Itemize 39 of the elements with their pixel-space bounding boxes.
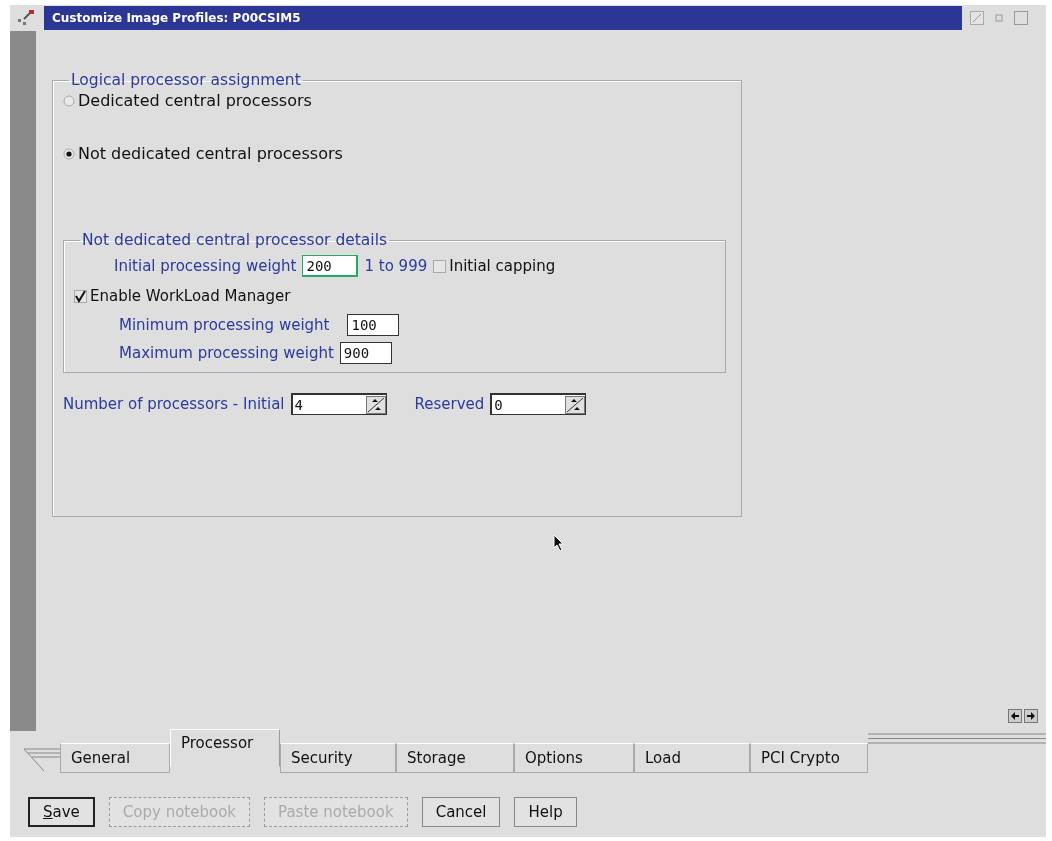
checkbox[interactable]	[74, 289, 87, 303]
field-label: Maximum processing weight	[119, 344, 334, 362]
group-title: Logical processor assignment	[70, 71, 302, 89]
tab[interactable]: General	[60, 743, 170, 773]
spin-field[interactable]: 4	[290, 393, 387, 415]
mouse-cursor-icon	[553, 534, 565, 552]
input-field[interactable]: 200	[302, 255, 359, 277]
button[interactable]: Cancel	[421, 797, 501, 827]
right-arrow-icon[interactable]	[1024, 709, 1038, 723]
left-arrow-icon[interactable]	[1008, 709, 1022, 723]
button[interactable]: Save	[28, 797, 95, 827]
radio-button[interactable]	[63, 94, 75, 107]
input-field[interactable]: 900	[339, 342, 392, 364]
tab[interactable]: Processor	[170, 729, 280, 767]
tab[interactable]: Storage	[396, 743, 514, 773]
spin-field[interactable]: 0	[490, 393, 587, 415]
system-menu-icon[interactable]	[16, 9, 36, 27]
window-title: Customize Image Profiles: P00CSIM5	[44, 6, 962, 30]
spin-button[interactable]	[365, 395, 386, 414]
field-label: Reserved	[414, 395, 485, 413]
range-hint: 1 to 999	[364, 257, 428, 275]
radio-button[interactable]	[63, 147, 75, 160]
field-label: Initial processing weight	[114, 257, 297, 275]
group-title: Not dedicated central processor details	[81, 231, 389, 249]
field-label: Minimum processing weight	[119, 316, 330, 334]
field-label: Number of processors - Initial	[63, 395, 285, 413]
radio-label: Dedicated central processors	[78, 91, 312, 110]
tab[interactable]: Options	[514, 743, 634, 773]
tab[interactable]: PCI Crypto	[750, 743, 868, 773]
checkbox[interactable]	[433, 259, 447, 273]
checkbox-label: Enable WorkLoad Manager	[90, 287, 291, 305]
tab[interactable]: Security	[280, 743, 396, 773]
spin-button[interactable]	[565, 395, 586, 414]
radio-label: Not dedicated central processors	[78, 144, 343, 163]
tab[interactable]: Load	[634, 743, 750, 773]
button[interactable]: Help	[514, 797, 577, 827]
input-field[interactable]: 100	[347, 314, 400, 336]
notebook-binding-drawing	[24, 747, 60, 773]
checkbox-label: Initial capping	[449, 257, 556, 275]
